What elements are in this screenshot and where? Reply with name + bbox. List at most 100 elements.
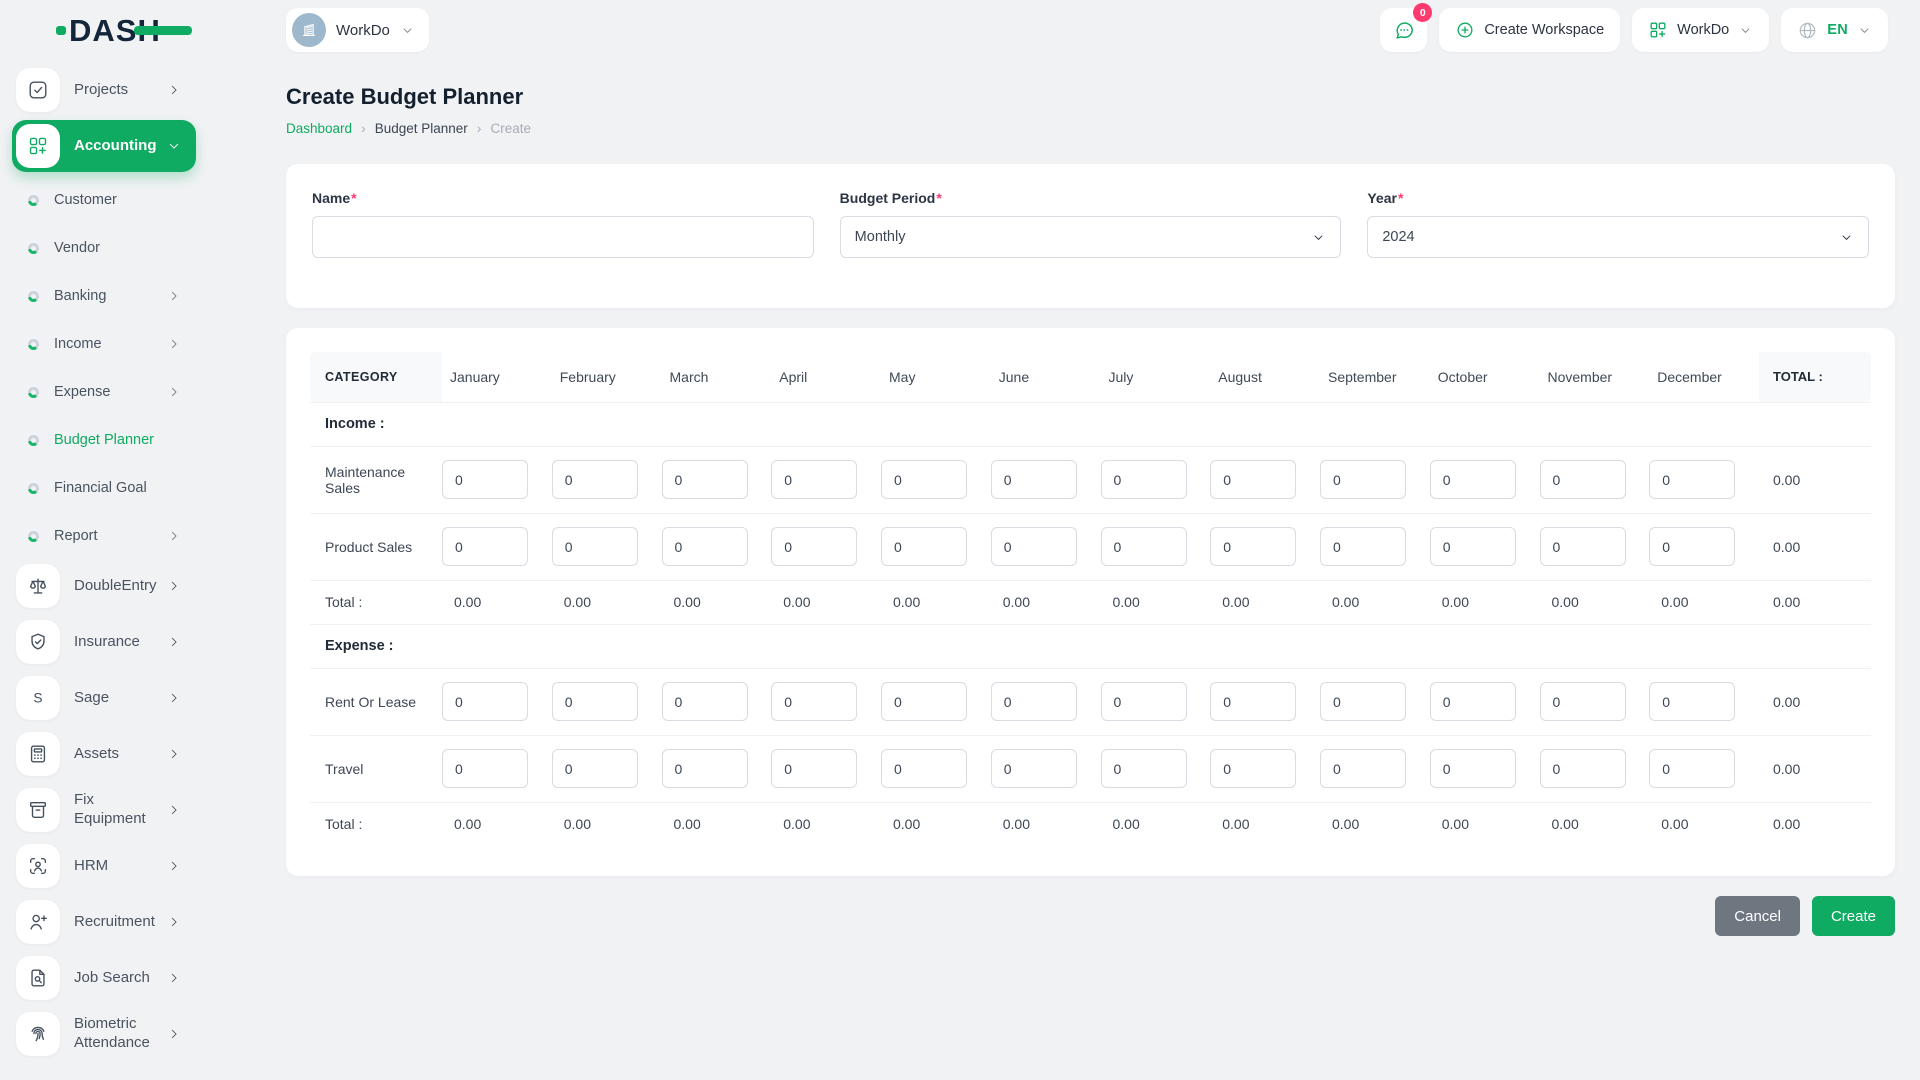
budget-input-rent-or-lease-july[interactable] [1100,682,1187,721]
budget-input-product-sales-march[interactable] [661,527,748,566]
cancel-button[interactable]: Cancel [1715,896,1800,936]
month-column-header-january: January [450,368,500,385]
budget-input-maintenance-sales-june[interactable] [990,460,1077,499]
sidebar-item-banking[interactable]: Banking [12,272,196,320]
month-column-header-june: June [998,368,1030,385]
budget-input-product-sales-june[interactable] [990,527,1077,566]
month-column-header-march: March [669,368,709,385]
budget-input-maintenance-sales-september[interactable] [1320,460,1406,499]
sidebar-item-expense[interactable]: Expense [12,368,196,416]
budget-input-travel-december[interactable] [1649,749,1736,788]
budget-input-rent-or-lease-october[interactable] [1429,682,1516,721]
sidebar-item-report[interactable]: Report [12,512,196,560]
budget-input-travel-january[interactable] [442,749,528,788]
budget-input-travel-june[interactable] [990,749,1077,788]
sidebar-item-insurance[interactable]: Insurance [12,616,196,668]
month-total-value: 0.00 [1661,816,1689,833]
messages-button[interactable]: 0 [1380,3,1433,52]
sidebar-item-customer[interactable]: Customer [12,176,196,224]
budget-input-maintenance-sales-november[interactable] [1539,460,1626,499]
sidebar-item-assets[interactable]: Assets [12,728,196,780]
create-button[interactable]: Create [1811,896,1895,936]
budget-input-maintenance-sales-february[interactable] [551,460,638,499]
total-row-label: Total : [325,816,363,833]
breadcrumb-budget-planner[interactable]: Budget Planner [375,121,468,136]
budget-input-travel-may[interactable] [881,749,967,788]
sidebar-item-hrm[interactable]: HRM [12,840,196,892]
sidebar-item-budget-planner[interactable]: Budget Planner [12,416,196,464]
sidebar-item-recruitment[interactable]: Recruitment [12,896,196,948]
sidebar-item-financial-goal[interactable]: Financial Goal [12,464,196,512]
budget-input-rent-or-lease-december[interactable] [1649,682,1736,721]
budget-input-product-sales-december[interactable] [1649,527,1736,566]
budget-input-maintenance-sales-april[interactable] [771,460,858,499]
budget-period-select[interactable]: Monthly [839,216,1342,258]
budget-input-maintenance-sales-may[interactable] [881,460,967,499]
budget-input-product-sales-february[interactable] [551,527,638,566]
app-menu-button[interactable]: WorkDo [1632,8,1770,52]
budget-input-product-sales-january[interactable] [442,527,528,566]
workspace-switcher[interactable]: WorkDo [286,8,429,52]
budget-input-product-sales-october[interactable] [1429,527,1516,566]
budget-input-travel-april[interactable] [771,749,858,788]
sidebar-item-accounting[interactable]: Accounting [12,120,196,172]
chat-icon [1396,22,1413,39]
budget-input-maintenance-sales-august[interactable] [1210,460,1297,499]
month-total-value: 0.00 [1002,594,1030,610]
form-actions: Cancel Create [286,896,1895,936]
budget-input-maintenance-sales-march[interactable] [661,460,748,499]
budget-input-product-sales-july[interactable] [1100,527,1187,566]
sidebar-item-label: Budget Planner [54,432,154,448]
sidebar-item-job-search[interactable]: Job Search [12,952,196,1004]
budget-input-travel-february[interactable] [551,749,638,788]
budget-input-rent-or-lease-january[interactable] [442,682,528,721]
brand-logo[interactable]: DASH [56,15,192,46]
section-heading: Income : [325,416,385,432]
budget-input-maintenance-sales-july[interactable] [1100,460,1187,499]
year-select[interactable]: 2024 [1367,216,1870,258]
budget-input-maintenance-sales-january[interactable] [442,460,528,499]
create-workspace-button[interactable]: Create Workspace [1439,8,1621,52]
messages-count-badge: 0 [1413,3,1433,22]
budget-input-product-sales-may[interactable] [881,527,967,566]
sidebar-item-projects[interactable]: Projects [12,64,196,116]
month-total-value: 0.00 [1332,816,1360,833]
budget-input-travel-october[interactable] [1429,749,1516,788]
budget-input-rent-or-lease-march[interactable] [661,682,748,721]
sidebar-item-fix-equipment[interactable]: Fix Equipment [12,784,196,836]
budget-input-rent-or-lease-february[interactable] [551,682,638,721]
sidebar-item-sage[interactable]: S Sage [12,672,196,724]
checkbox-icon [16,68,60,112]
breadcrumb-dashboard[interactable]: Dashboard [286,121,352,136]
sidebar-item-label: Expense [54,384,111,400]
budget-input-travel-september[interactable] [1320,749,1406,788]
month-column-header-october: October [1437,368,1488,385]
budget-input-maintenance-sales-december[interactable] [1649,460,1736,499]
budget-input-travel-july[interactable] [1100,749,1187,788]
budget-input-product-sales-november[interactable] [1539,527,1626,566]
budget-input-rent-or-lease-may[interactable] [881,682,967,721]
budget-input-product-sales-april[interactable] [771,527,858,566]
budget-input-product-sales-september[interactable] [1320,527,1406,566]
section-total-row-income: Total : 0.00 0.00 0.00 0.00 0.00 0.00 0.00 0.00 0… [310,580,1871,624]
budget-input-rent-or-lease-august[interactable] [1210,682,1297,721]
sidebar-item-vendor[interactable]: Vendor [12,224,196,272]
budget-input-rent-or-lease-june[interactable] [990,682,1077,721]
budget-input-travel-march[interactable] [661,749,748,788]
archive-box-icon [16,788,60,832]
budget-input-travel-november[interactable] [1539,749,1626,788]
budget-input-maintenance-sales-october[interactable] [1429,460,1516,499]
budget-input-product-sales-august[interactable] [1210,527,1297,566]
budget-input-travel-august[interactable] [1210,749,1297,788]
budget-input-rent-or-lease-september[interactable] [1320,682,1406,721]
month-total-value: 0.00 [1441,816,1469,833]
budget-input-rent-or-lease-april[interactable] [771,682,858,721]
sidebar-item-income[interactable]: Income [12,320,196,368]
name-input[interactable] [312,216,814,258]
sidebar-item-label: DoubleEntry [74,576,157,594]
budget-table-card: CATEGORY January February March April May June… [286,328,1895,876]
sidebar-item-doubleentry[interactable]: DoubleEntry [12,560,196,612]
budget-input-rent-or-lease-november[interactable] [1539,682,1626,721]
sidebar-item-biometric-attendance[interactable]: Biometric Attendance [12,1008,196,1060]
language-selector[interactable]: EN [1781,8,1888,52]
